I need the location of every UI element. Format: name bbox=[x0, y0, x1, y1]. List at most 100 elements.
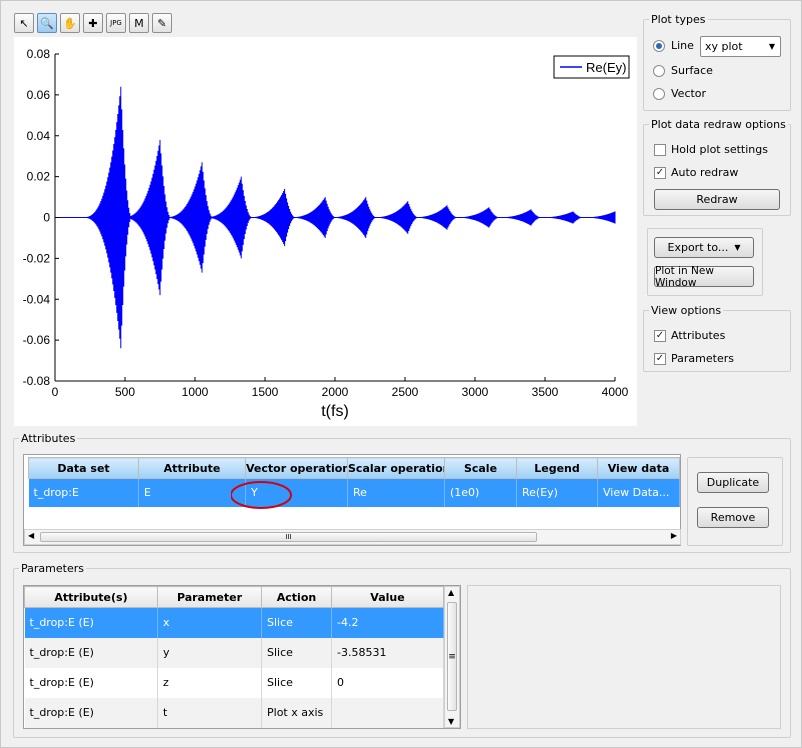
table-cell[interactable]: Slice bbox=[261, 637, 332, 668]
y-tick-label: 0.06 bbox=[27, 88, 51, 102]
line-radio[interactable] bbox=[653, 40, 665, 52]
pointer-tool-icon: ↖ bbox=[19, 16, 29, 30]
column-header[interactable]: Attribute(s) bbox=[24, 586, 158, 608]
export-jpg-tool-button[interactable]: JPG bbox=[106, 13, 126, 33]
export-jpg-tool-icon: JPG bbox=[110, 19, 122, 27]
export-to-button[interactable]: Export to... ▼ bbox=[654, 237, 754, 258]
scroll-thumb[interactable]: ≡ bbox=[447, 602, 457, 711]
table-cell[interactable]: t_drop:E (E) bbox=[24, 697, 158, 728]
remove-button[interactable]: Remove bbox=[697, 507, 769, 528]
table-cell[interactable]: 0 bbox=[331, 667, 444, 698]
auto-redraw-label: Auto redraw bbox=[671, 166, 739, 179]
table-cell[interactable]: t_drop:E bbox=[28, 478, 139, 507]
parameters-vertical-scrollbar[interactable]: ▲ ≡ ▼ bbox=[444, 586, 460, 728]
x-tick-label: 4000 bbox=[602, 385, 629, 399]
table-row[interactable]: t_drop:E (E) t Plot x axis bbox=[24, 697, 444, 728]
column-header[interactable]: Value bbox=[331, 586, 444, 608]
y-tick-label: -0.04 bbox=[23, 292, 51, 306]
table-cell[interactable]: Re bbox=[347, 478, 445, 507]
x-tick-label: 500 bbox=[115, 385, 135, 399]
surface-radio[interactable] bbox=[653, 65, 665, 77]
parameters-title: Parameters bbox=[19, 562, 86, 575]
parameters-checkbox[interactable]: ✓ bbox=[654, 353, 666, 365]
table-row[interactable]: t_drop:E E Y Re (1e0) Re(Ey) View Data... bbox=[28, 478, 680, 507]
vector-radio[interactable] bbox=[653, 88, 665, 100]
plot-types-title: Plot types bbox=[649, 13, 708, 26]
line-chart[interactable]: 0.080.060.040.020-0.02-0.04-0.06-0.080 50… bbox=[14, 37, 637, 426]
parameters-checkbox-label: Parameters bbox=[671, 352, 734, 365]
chevron-down-icon: ▼ bbox=[734, 243, 741, 252]
redraw-button[interactable]: Redraw bbox=[654, 189, 780, 210]
column-header[interactable]: Legend bbox=[516, 457, 598, 479]
zoom-tool-icon: 🔍 bbox=[40, 16, 54, 30]
export-to-label: Export to... bbox=[667, 241, 729, 254]
pan-tool-button[interactable]: ✋ bbox=[60, 13, 80, 33]
plot-types-group bbox=[643, 19, 791, 111]
table-cell[interactable]: (1e0) bbox=[444, 478, 517, 507]
column-header[interactable]: Scale bbox=[444, 457, 517, 479]
attributes-title: Attributes bbox=[19, 432, 78, 445]
chevron-down-icon: ▼ bbox=[768, 42, 775, 51]
table-cell[interactable]: t bbox=[157, 697, 262, 728]
column-header[interactable]: Parameter bbox=[157, 586, 262, 608]
duplicate-button[interactable]: Duplicate bbox=[697, 472, 769, 493]
annotate-tool-button[interactable]: ✎ bbox=[152, 13, 172, 33]
table-cell[interactable] bbox=[331, 697, 444, 728]
table-row[interactable]: t_drop:E (E) x Slice -4.2 bbox=[24, 607, 444, 638]
table-header-row: Attribute(s) Parameter Action Value bbox=[24, 586, 444, 608]
column-header[interactable]: Data set bbox=[28, 457, 139, 479]
table-cell[interactable]: y bbox=[157, 637, 262, 668]
y-tick-label: 0 bbox=[43, 211, 50, 225]
hold-plot-settings-checkbox[interactable] bbox=[654, 144, 666, 156]
table-cell[interactable]: -3.58531 bbox=[331, 637, 444, 668]
scroll-thumb[interactable]: III bbox=[40, 532, 537, 542]
legend: Re(Ey) bbox=[553, 55, 630, 79]
scroll-grip: III bbox=[285, 533, 292, 541]
zoom-region-tool-icon: ✚ bbox=[88, 16, 98, 30]
export-matlab-tool-button[interactable]: M bbox=[129, 13, 149, 33]
table-cell[interactable]: x bbox=[157, 607, 262, 638]
zoom-region-tool-button[interactable]: ✚ bbox=[83, 13, 103, 33]
column-header[interactable]: Scalar operation bbox=[347, 457, 445, 479]
x-tick-label: 0 bbox=[52, 385, 59, 399]
table-cell[interactable]: Plot x axis bbox=[261, 697, 332, 728]
signal-burst bbox=[201, 176, 252, 259]
table-header-row: Data set Attribute Vector operation Scalar … bbox=[28, 457, 680, 479]
pan-tool-icon: ✋ bbox=[63, 16, 77, 30]
table-cell[interactable]: E bbox=[138, 478, 246, 507]
table-cell[interactable]: View Data... bbox=[597, 478, 680, 507]
table-cell[interactable]: Slice bbox=[261, 607, 332, 638]
table-cell[interactable]: z bbox=[157, 667, 262, 698]
scroll-down-icon[interactable]: ▼ bbox=[448, 717, 454, 726]
column-header[interactable]: View data bbox=[597, 457, 680, 479]
table-cell[interactable]: -4.2 bbox=[331, 607, 444, 638]
view-options-title: View options bbox=[649, 304, 724, 317]
table-row[interactable]: t_drop:E (E) z Slice 0 bbox=[24, 667, 444, 698]
scroll-left-icon[interactable]: ◀ bbox=[28, 531, 34, 540]
table-cell[interactable]: Re(Ey) bbox=[516, 478, 598, 507]
y-tick-label: -0.02 bbox=[23, 251, 51, 265]
table-cell[interactable]: t_drop:E (E) bbox=[24, 667, 158, 698]
line-style-select[interactable]: xy plot ▼ bbox=[700, 36, 781, 57]
scroll-up-icon[interactable]: ▲ bbox=[448, 588, 454, 597]
column-header[interactable]: Action bbox=[261, 586, 332, 608]
plot-area[interactable]: 0.08 0.06 0.04 0.02 0 -0.02 -0.04 -0.06 -0.08 0 50… bbox=[14, 37, 637, 426]
zoom-tool-button[interactable]: 🔍 bbox=[37, 13, 57, 33]
line-radio-label: Line bbox=[671, 39, 694, 52]
annotate-tool-icon: ✎ bbox=[157, 16, 167, 30]
table-cell[interactable]: Slice bbox=[261, 667, 332, 698]
table-cell[interactable]: t_drop:E (E) bbox=[24, 637, 158, 668]
table-cell[interactable]: t_drop:E (E) bbox=[24, 607, 158, 638]
attributes-horizontal-scrollbar[interactable]: ◀ III ▶ bbox=[24, 529, 681, 545]
scroll-right-icon[interactable]: ▶ bbox=[671, 531, 677, 540]
x-axis-label: t(fs) bbox=[321, 403, 349, 420]
plot-in-new-window-button[interactable]: Plot in New Window bbox=[654, 265, 754, 289]
table-row[interactable]: t_drop:E (E) y Slice -3.58531 bbox=[24, 637, 444, 668]
x-tick-label: 1500 bbox=[252, 385, 279, 399]
column-header[interactable]: Attribute bbox=[138, 457, 246, 479]
pointer-tool-button[interactable]: ↖ bbox=[14, 13, 34, 33]
column-header[interactable]: Vector operation bbox=[245, 457, 348, 479]
signal-burst bbox=[576, 211, 616, 224]
attributes-checkbox[interactable]: ✓ bbox=[654, 330, 666, 342]
auto-redraw-checkbox[interactable]: ✓ bbox=[654, 167, 666, 179]
